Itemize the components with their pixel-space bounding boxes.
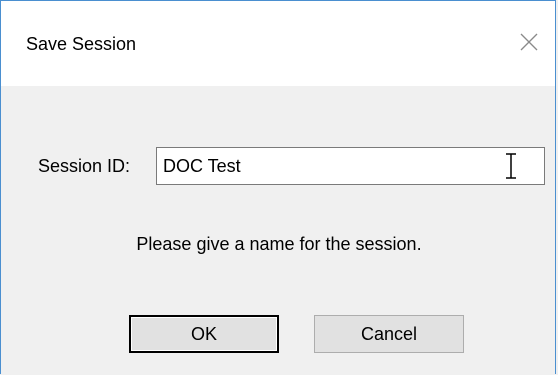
text-cursor-icon xyxy=(501,148,521,184)
save-session-dialog: Save Session Session ID: Please give a n… xyxy=(0,0,556,375)
session-id-input[interactable] xyxy=(156,147,545,185)
window-title: Save Session xyxy=(26,34,137,54)
session-id-label: Session ID: xyxy=(38,156,131,176)
cancel-button[interactable]: Cancel xyxy=(314,315,464,353)
ok-button[interactable]: OK xyxy=(129,315,279,353)
instruction-text: Please give a name for the session. xyxy=(136,234,422,254)
close-icon[interactable] xyxy=(517,30,541,54)
dialog-body: Session ID: Please give a name for the s… xyxy=(1,86,555,375)
title-bar: Save Session xyxy=(1,1,555,86)
